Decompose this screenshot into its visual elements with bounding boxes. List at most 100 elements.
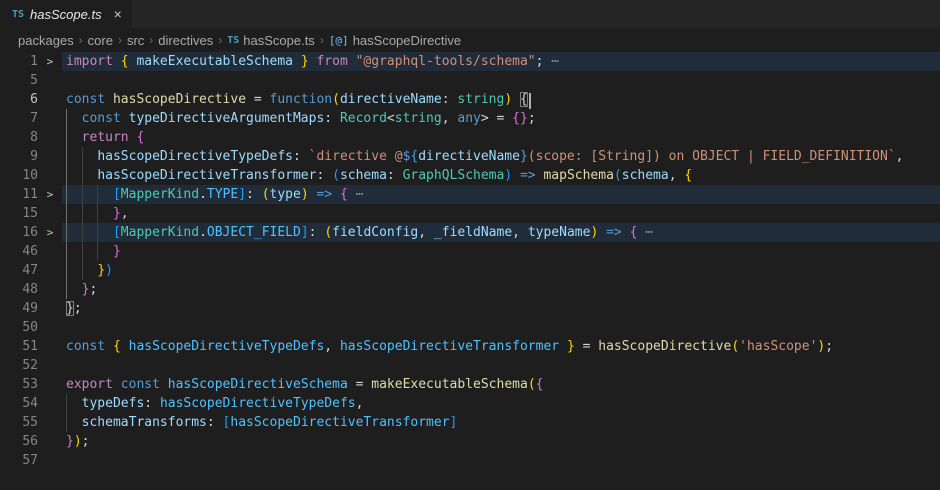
code-token: ( — [324, 225, 332, 240]
code-token: hasScopeDirectiveTransformer — [230, 415, 449, 430]
code-token: ; — [89, 282, 97, 297]
code-token: { — [113, 339, 121, 354]
code-token — [66, 149, 97, 164]
code-token: any — [457, 111, 480, 126]
code-token: hasScopeDirectiveTypeDefs — [129, 339, 325, 354]
line-number: 57 — [0, 451, 38, 470]
fold-chevron-icon[interactable]: > — [38, 185, 62, 204]
code-token: (scope: [String]) on OBJECT | FIELD_DEFI… — [528, 149, 896, 164]
breadcrumb-item-packages[interactable]: packages — [18, 33, 74, 48]
code-token: string — [457, 92, 504, 107]
fold-gutter — [38, 261, 62, 280]
code-line-content[interactable]: [MapperKind.OBJECT_FIELD]: (fieldConfig,… — [62, 223, 940, 242]
code-line-content[interactable]: }) — [62, 261, 940, 280]
code-line: 8 return { — [0, 128, 940, 147]
code-token: : — [246, 187, 262, 202]
editor-tab-bar: TS hasScope.ts × — [0, 0, 940, 28]
typescript-file-icon: TS — [12, 9, 24, 20]
code-token: hasScopeDirective — [598, 339, 731, 354]
fold-gutter — [38, 318, 62, 337]
fold-gutter — [38, 356, 62, 375]
close-icon[interactable]: × — [114, 7, 122, 21]
code-line-content[interactable]: const typeDirectiveArgumentMaps: Record<… — [62, 109, 940, 128]
code-line: 50 — [0, 318, 940, 337]
code-line-content[interactable]: export const hasScopeDirectiveSchema = m… — [62, 375, 940, 394]
breadcrumb-item-directives[interactable]: directives — [158, 33, 213, 48]
code-line: 56}); — [0, 432, 940, 451]
code-token: ⋯ — [637, 225, 653, 240]
tab-hasscope-ts[interactable]: TS hasScope.ts × — [0, 0, 132, 28]
code-line: 16> [MapperKind.OBJECT_FIELD]: (fieldCon… — [0, 223, 940, 242]
code-token: makeExecutableSchema — [129, 54, 301, 69]
fold-gutter — [38, 147, 62, 166]
code-line: 9 hasScopeDirectiveTypeDefs: `directive … — [0, 147, 940, 166]
code-line-content[interactable]: const hasScopeDirective = function(direc… — [62, 90, 940, 109]
code-token: MapperKind — [121, 187, 199, 202]
code-line-content[interactable]: hasScopeDirectiveTransformer: (schema: G… — [62, 166, 940, 185]
code-line-content[interactable]: return { — [62, 128, 940, 147]
code-line-content[interactable]: [MapperKind.TYPE]: (type) => { ⋯ — [62, 185, 940, 204]
code-line: 53export const hasScopeDirectiveSchema =… — [0, 375, 940, 394]
line-number: 11 — [0, 185, 38, 204]
code-token: "@graphql-tools/schema" — [356, 54, 536, 69]
code-line-content[interactable]: }; — [62, 299, 940, 318]
code-token: mapSchema — [543, 168, 613, 183]
breadcrumb: packages›core›src›directives›TShasScope.… — [0, 28, 940, 52]
line-number: 9 — [0, 147, 38, 166]
code-line-content[interactable] — [62, 318, 940, 337]
code-token: _fieldName — [434, 225, 512, 240]
code-token: makeExecutableSchema — [371, 377, 528, 392]
code-line-content[interactable]: const { hasScopeDirectiveTypeDefs, hasSc… — [62, 337, 940, 356]
code-token — [309, 187, 317, 202]
fold-chevron-icon[interactable]: > — [38, 223, 62, 242]
code-editor[interactable]: 1>import { makeExecutableSchema } from "… — [0, 52, 940, 470]
code-token — [66, 187, 113, 202]
code-line-content[interactable] — [62, 451, 940, 470]
line-number: 52 — [0, 356, 38, 375]
code-line-content[interactable]: }); — [62, 432, 940, 451]
fold-gutter — [38, 413, 62, 432]
line-number: 49 — [0, 299, 38, 318]
code-line-content[interactable]: import { makeExecutableSchema } from "@g… — [62, 52, 940, 71]
breadcrumb-item-hasscopedirective[interactable]: [@]hasScopeDirective — [329, 33, 461, 48]
code-token: hasScopeDirectiveTransformer — [97, 168, 316, 183]
breadcrumb-item-src[interactable]: src — [127, 33, 144, 48]
code-line-content[interactable]: }; — [62, 280, 940, 299]
breadcrumb-separator-icon: › — [149, 33, 153, 47]
breadcrumb-item-core[interactable]: core — [88, 33, 113, 48]
fold-chevron-icon[interactable]: > — [38, 52, 62, 71]
code-token: fieldConfig — [332, 225, 418, 240]
code-token: } — [66, 301, 74, 316]
code-line-content[interactable]: } — [62, 242, 940, 261]
code-line: 46 } — [0, 242, 940, 261]
code-token: ⋯ — [348, 187, 364, 202]
code-token: < — [387, 111, 395, 126]
line-number: 8 — [0, 128, 38, 147]
fold-gutter — [38, 71, 62, 90]
code-token — [113, 54, 121, 69]
code-line: 54 typeDefs: hasScopeDirectiveTypeDefs, — [0, 394, 940, 413]
code-token: : — [387, 168, 403, 183]
code-line: 15 }, — [0, 204, 940, 223]
code-token: ) — [105, 263, 113, 278]
code-line-content[interactable]: }, — [62, 204, 940, 223]
code-token — [66, 244, 113, 259]
code-token: OBJECT_FIELD — [207, 225, 301, 240]
code-token: type — [270, 187, 301, 202]
code-token: ⋯ — [543, 54, 559, 69]
line-number: 10 — [0, 166, 38, 185]
code-token: string — [395, 111, 442, 126]
code-line-content[interactable]: typeDefs: hasScopeDirectiveTypeDefs, — [62, 394, 940, 413]
code-token: `directive @ — [309, 149, 403, 164]
fold-gutter — [38, 280, 62, 299]
code-line: 10 hasScopeDirectiveTransformer: (schema… — [0, 166, 940, 185]
code-line-content[interactable]: schemaTransforms: [hasScopeDirectiveTran… — [62, 413, 940, 432]
code-line-content[interactable] — [62, 356, 940, 375]
code-line-content[interactable]: hasScopeDirectiveTypeDefs: `directive @$… — [62, 147, 940, 166]
code-token: : — [309, 225, 325, 240]
symbol-variable-icon: [@] — [329, 34, 349, 47]
code-line-content[interactable] — [62, 71, 940, 90]
code-token: typeDirectiveArgumentMaps — [129, 111, 325, 126]
breadcrumb-item-hasscope-ts[interactable]: TShasScope.ts — [227, 33, 315, 48]
code-token: . — [199, 187, 207, 202]
